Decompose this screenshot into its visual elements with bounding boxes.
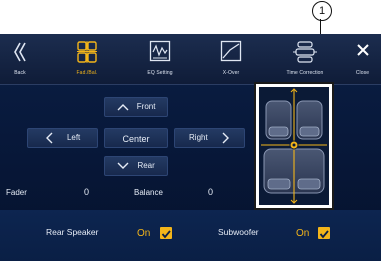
close-button[interactable]: Close <box>344 34 381 84</box>
balance-value: 0 <box>208 187 214 197</box>
tab-eq-setting-label: EQ Setting <box>147 70 173 76</box>
eq-icon <box>149 40 171 62</box>
tab-x-over-label: X-Over <box>222 70 240 76</box>
subwoofer-label: Subwoofer <box>218 227 259 237</box>
subwoofer-value: On <box>296 228 310 239</box>
fader-value: 0 <box>84 187 90 197</box>
left-button[interactable]: Left <box>27 128 98 148</box>
center-label: Center <box>122 133 150 144</box>
speaker-grid-icon <box>77 41 97 63</box>
right-button[interactable]: Right <box>174 128 245 148</box>
front-label: Front <box>136 102 156 111</box>
rear-label: Rear <box>137 161 155 170</box>
tab-time-correction[interactable]: Time Correction <box>276 34 334 84</box>
chevron-left-icon <box>45 132 53 144</box>
rear-speaker-checkbox[interactable] <box>160 227 172 239</box>
back-label: Back <box>14 70 26 76</box>
back-chevron-icon <box>14 42 26 62</box>
rear-speaker-value: On <box>137 228 151 239</box>
balance-label: Balance <box>134 188 163 197</box>
top-toolbar: Back Fad./Bal. EQ Setting X-Over Time Co… <box>0 34 381 85</box>
close-label: Close <box>355 70 370 76</box>
front-button[interactable]: Front <box>104 97 168 117</box>
tab-fader-balance-label: Fad./Bal. <box>76 70 98 76</box>
left-label: Left <box>66 133 81 142</box>
tab-time-correction-label: Time Correction <box>286 70 324 76</box>
rear-button[interactable]: Rear <box>104 156 168 176</box>
seat-position-map[interactable] <box>259 87 329 205</box>
seat-position-map-callout <box>254 82 334 210</box>
car-seat-map-icon <box>261 88 327 204</box>
callout-marker: 1 <box>312 1 332 21</box>
checkmark-icon <box>161 230 171 239</box>
center-button[interactable]: Center <box>104 128 168 148</box>
crossover-icon <box>220 40 242 62</box>
right-label: Right <box>189 133 208 142</box>
checkmark-icon <box>319 230 329 239</box>
time-correction-icon <box>293 41 317 63</box>
tab-x-over[interactable]: X-Over <box>205 34 257 84</box>
back-button[interactable]: Back <box>0 34 40 84</box>
chevron-right-icon <box>222 132 229 144</box>
subwoofer-checkbox[interactable] <box>318 227 330 239</box>
chevron-down-icon <box>117 162 129 169</box>
close-icon <box>356 44 369 56</box>
rear-speaker-label: Rear Speaker <box>46 227 99 237</box>
tab-fader-balance[interactable]: Fad./Bal. <box>62 34 112 84</box>
fader-label: Fader <box>6 188 27 197</box>
tab-eq-setting[interactable]: EQ Setting <box>134 34 186 84</box>
chevron-up-icon <box>117 104 129 111</box>
